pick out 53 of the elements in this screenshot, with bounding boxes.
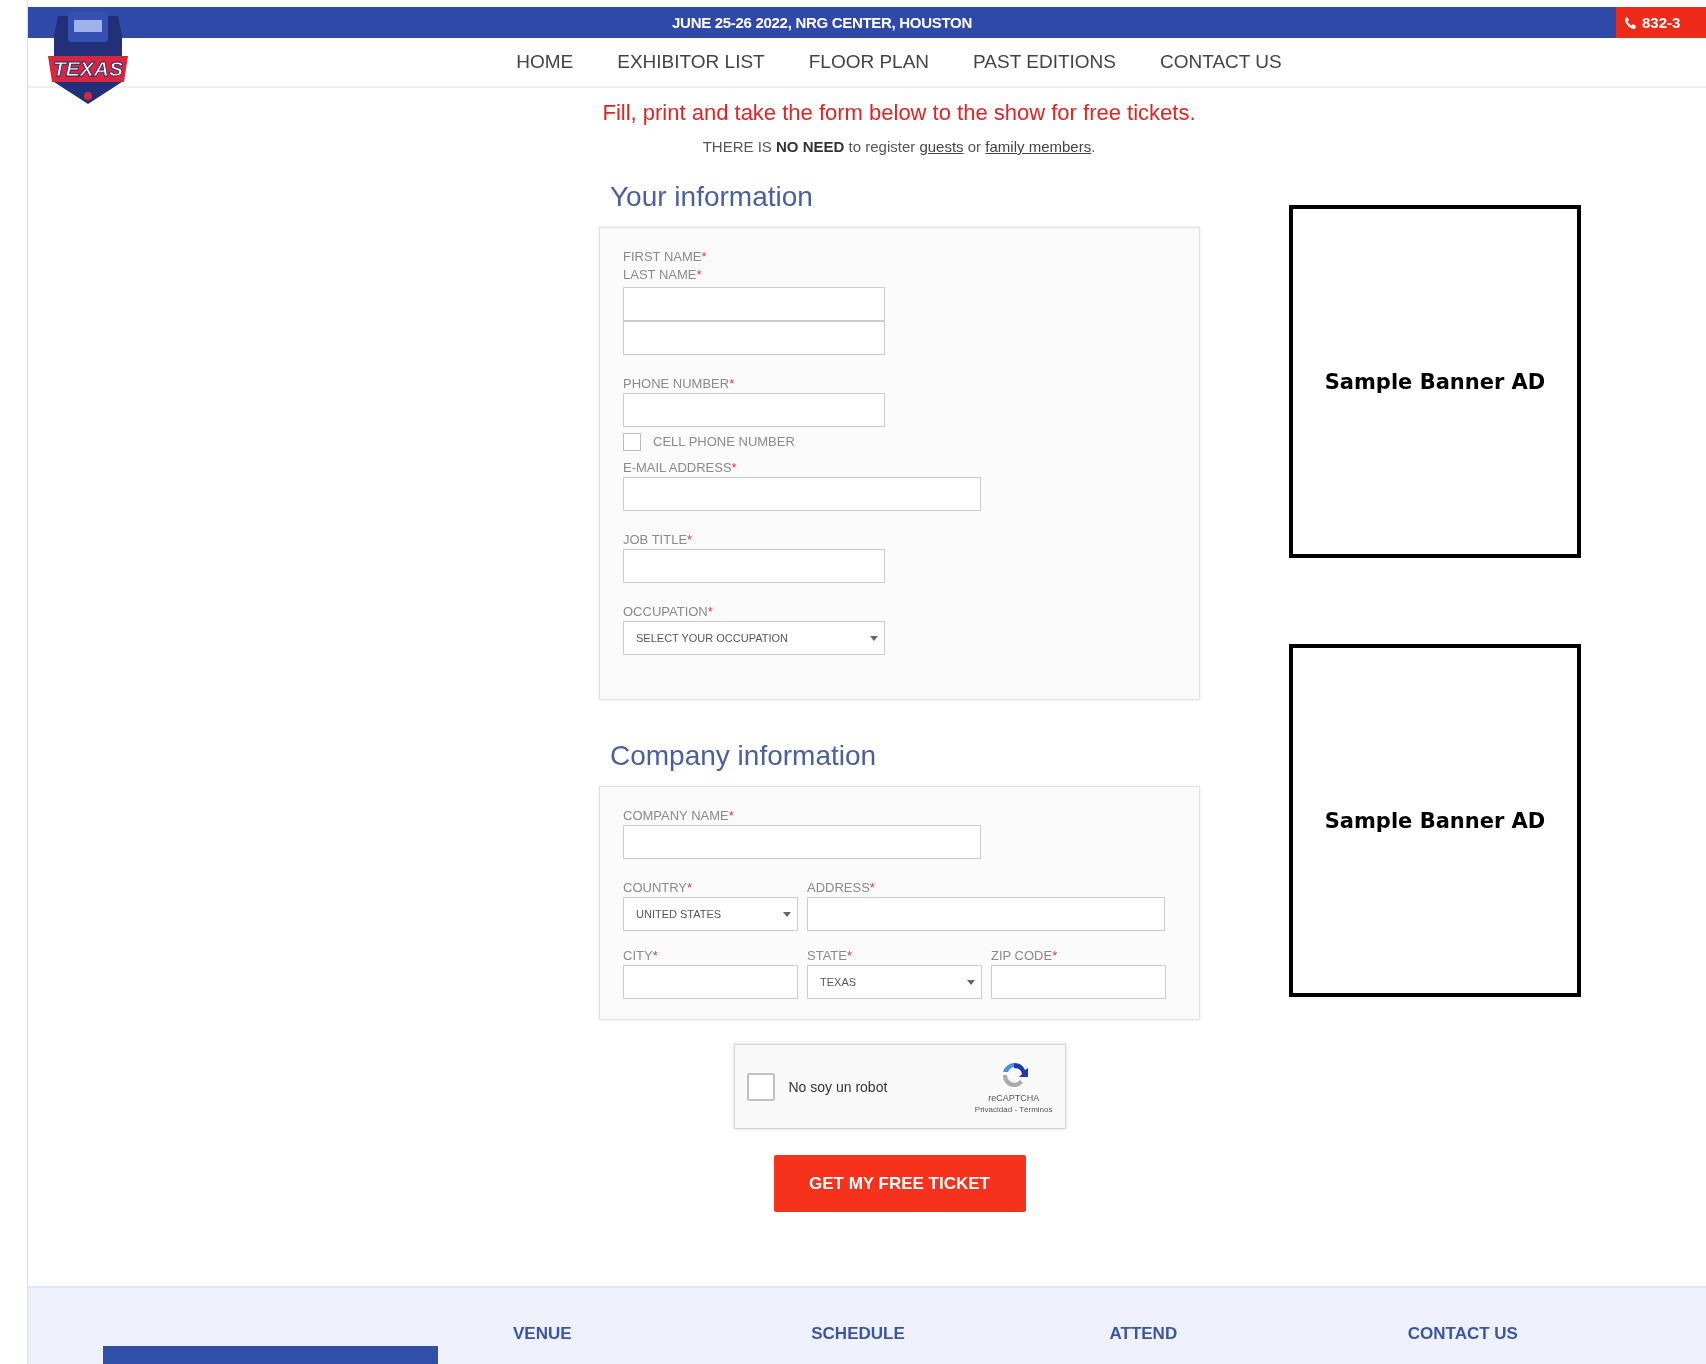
notice-text: Fill, print and take the form below to the show for free tickets. bbox=[601, 100, 1197, 126]
captcha-links[interactable]: Privacidad - Términos bbox=[974, 1105, 1053, 1114]
field-label: COUNTRY* bbox=[623, 879, 694, 897]
note-text: THERE IS NO NEED to register guests or family members. bbox=[701, 138, 1097, 155]
field-label: JOB TITLE* bbox=[623, 531, 694, 549]
section-title: Company information bbox=[610, 740, 878, 772]
field-label: E-MAIL ADDRESS* bbox=[623, 459, 738, 477]
input-field[interactable] bbox=[807, 897, 1165, 931]
banner-ad[interactable]: Sample Banner AD bbox=[1289, 205, 1581, 558]
occupation-select[interactable]: SELECT YOUR OCCUPATION bbox=[623, 621, 885, 655]
section-title: Your information bbox=[610, 181, 814, 213]
field-label: CITY* bbox=[623, 947, 659, 965]
field-label: COMPANY NAME* bbox=[623, 807, 735, 825]
footer-heading: ATTEND bbox=[1109, 1324, 1179, 1345]
input-field[interactable] bbox=[623, 825, 981, 859]
field-label: STATE* bbox=[807, 947, 854, 965]
country-select[interactable]: UNITED STATES bbox=[623, 897, 798, 931]
nav-link[interactable]: EXHIBITOR LIST bbox=[617, 51, 765, 73]
caret-icon bbox=[783, 911, 791, 917]
input-field[interactable] bbox=[623, 393, 885, 427]
footer-heading: CONTACT US bbox=[1407, 1324, 1519, 1345]
captcha-checkbox[interactable] bbox=[746, 1072, 775, 1101]
footer-heading: VENUE bbox=[513, 1324, 573, 1345]
nav-link[interactable]: PAST EDITIONS bbox=[973, 51, 1116, 73]
nav-link[interactable]: CONTACT US bbox=[1160, 51, 1282, 73]
phone-link[interactable]: 832-3 bbox=[1616, 7, 1706, 38]
input-field[interactable] bbox=[623, 287, 885, 321]
input-field[interactable] bbox=[623, 477, 981, 511]
caret-icon bbox=[967, 979, 975, 985]
submit-button[interactable]: GET MY FREE TICKET bbox=[773, 1155, 1026, 1212]
field-label: LAST NAME* bbox=[623, 266, 703, 284]
phone-icon bbox=[1624, 15, 1638, 30]
caret-icon bbox=[870, 635, 878, 641]
nav-link[interactable]: HOME bbox=[516, 51, 574, 73]
field-label: ADDRESS* bbox=[807, 879, 876, 897]
field-label: OCCUPATION* bbox=[623, 603, 714, 621]
banner-ad[interactable]: Sample Banner AD bbox=[1289, 644, 1581, 997]
field-label: FIRST NAME* bbox=[623, 248, 708, 266]
captcha-label: No soy un robot bbox=[788, 1078, 889, 1095]
state-select[interactable]: TEXAS bbox=[807, 965, 982, 999]
event-banner: JUNE 25-26 2022, NRG CENTER, HOUSTON bbox=[28, 7, 1616, 38]
captcha-brand: reCAPTCHA bbox=[988, 1093, 1040, 1103]
input-field[interactable] bbox=[991, 965, 1166, 999]
field-label: PHONE NUMBER* bbox=[623, 375, 736, 393]
nav-link[interactable]: FLOOR PLAN bbox=[808, 51, 930, 73]
checkbox[interactable] bbox=[623, 433, 641, 451]
field-label: ZIP CODE* bbox=[991, 947, 1059, 965]
footer-heading: SCHEDULE bbox=[811, 1324, 906, 1345]
note-link[interactable]: guests bbox=[919, 138, 964, 155]
checkbox-label: CELL PHONE NUMBER bbox=[653, 433, 795, 451]
input-field[interactable] bbox=[623, 549, 885, 583]
input-field[interactable] bbox=[623, 321, 885, 355]
input-field[interactable] bbox=[623, 965, 798, 999]
